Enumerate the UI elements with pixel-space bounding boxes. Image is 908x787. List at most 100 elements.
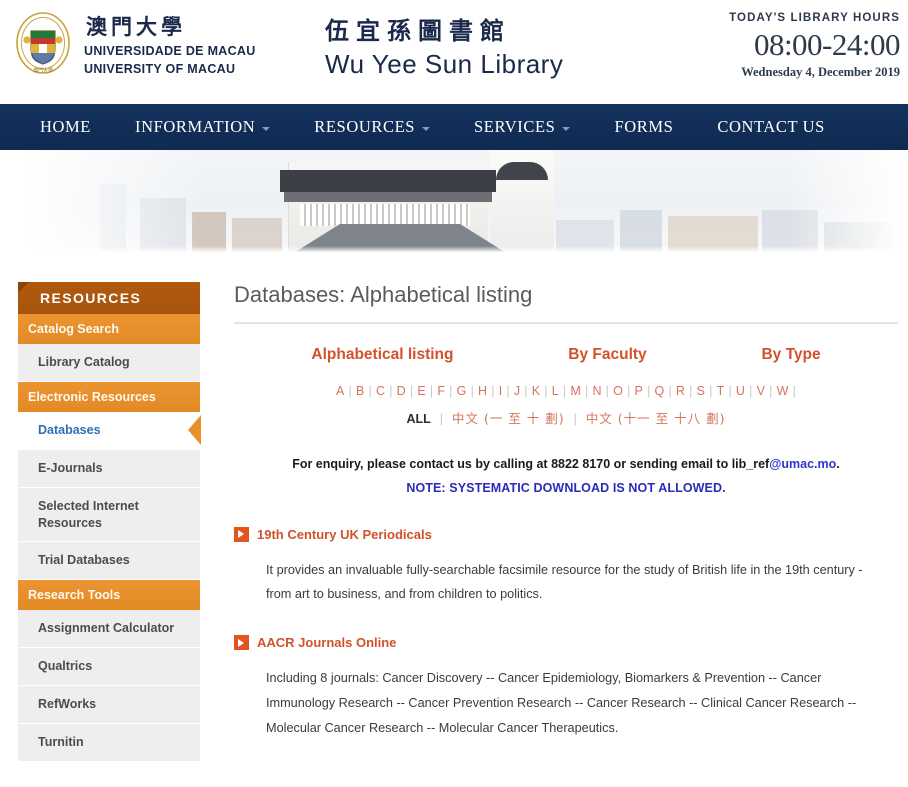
enquiry-line: For enquiry, please contact us by callin… (234, 453, 898, 477)
library-hours-block: TODAY'S LIBRARY HOURS 08:00-24:00 Wednes… (620, 12, 900, 80)
tab-by-type[interactable]: By Type (761, 346, 820, 364)
alpha-link-m[interactable]: M (568, 384, 583, 398)
alpha-link-l[interactable]: L (550, 384, 561, 398)
alpha-link-e[interactable]: E (415, 384, 428, 398)
alpha-separator: | (544, 384, 548, 398)
alpha-link-q[interactable]: Q (653, 384, 667, 398)
alpha-link-all[interactable]: ALL (407, 412, 431, 426)
nav-item-label: SERVICES (474, 117, 556, 136)
alpha-link-s[interactable]: S (695, 384, 708, 398)
sidebar-item-library-catalog[interactable]: Library Catalog (18, 344, 200, 382)
nav-item-resources[interactable]: RESOURCES (292, 117, 452, 137)
sidebar-item-trial-databases[interactable]: Trial Databases (18, 542, 200, 581)
banner-library-cornice (284, 192, 492, 202)
sidebar-group-research-tools[interactable]: Research Tools (18, 580, 200, 611)
tab-by-faculty[interactable]: By Faculty (568, 346, 646, 364)
sidebar-navigation: RESOURCES Catalog Search Library Catalog E… (18, 282, 200, 762)
alpha-link-g[interactable]: G (455, 384, 469, 398)
database-entry: 19th Century UK Periodicals It provides a… (234, 526, 898, 628)
svg-text:澳門大學: 澳門大學 (33, 67, 53, 74)
sidebar-item-e-journals[interactable]: E-Journals (18, 449, 200, 488)
alpha-separator: | (524, 384, 528, 398)
brand-name-portuguese: UNIVERSIDADE DE MACAU (84, 44, 256, 59)
sidebar-item-refworks[interactable]: RefWorks (18, 686, 200, 724)
chevron-down-icon (262, 126, 271, 131)
database-title-link[interactable]: AACR Journals Online (257, 635, 396, 650)
alpha-separator: | (605, 384, 610, 398)
sidebar-item-turnitin[interactable]: Turnitin (18, 723, 200, 762)
database-description: Including 8 journals: Cancer Discovery -… (266, 671, 857, 735)
sidebar-group-label: Electronic Resources (28, 389, 156, 404)
sidebar-group-catalog-search[interactable]: Catalog Search (18, 314, 200, 344)
alpha-separator: | (570, 412, 581, 426)
sidebar-item-label: Turnitin (38, 734, 84, 749)
banner-fade-right (788, 150, 908, 254)
nav-item-home[interactable]: HOME (18, 117, 113, 137)
chevron-right-bullet-icon (234, 635, 249, 651)
library-hours-time: 08:00-24:00 (753, 27, 901, 62)
alpha-link-h[interactable]: H (476, 384, 489, 398)
brand-text: 澳門大學 UNIVERSIDADE DE MACAU UNIVERSITY OF… (84, 10, 256, 78)
nav-item-services[interactable]: SERVICES (452, 117, 592, 137)
nav-item-label: FORMS (614, 117, 674, 136)
alpha-link-c[interactable]: C (374, 384, 387, 398)
hero-banner-image (0, 150, 908, 254)
library-name-block[interactable]: 伍宜孫圖書館 Wu Yee Sun Library (325, 17, 563, 81)
nav-item-label: RESOURCES (314, 117, 416, 136)
alpha-link-v[interactable]: V (755, 384, 768, 398)
nav-item-label: HOME (40, 117, 91, 136)
alpha-link-w[interactable]: W (775, 384, 791, 398)
alphabet-extra-row: ALL | 中文 (一 至 十 劃) | 中文 (十一 至 十八 劃) (234, 398, 898, 427)
alpha-link-chinese-11-18[interactable]: 中文 (十一 至 十八 劃) (586, 411, 726, 426)
alphabet-index-row: A | B | C | D | E | F | G | H | I | J | K | L | M | N | O | P | Q | R | S | T |… (234, 378, 898, 398)
alpha-separator: | (728, 384, 732, 398)
nav-item-contact-us[interactable]: CONTACT US (695, 117, 847, 137)
banner-library-colonnade (300, 204, 470, 226)
sidebar-item-label: E-Journals (38, 460, 103, 475)
nav-item-label: CONTACT US (717, 117, 825, 136)
chevron-right-bullet-icon (234, 526, 249, 542)
brand-block[interactable]: 澳門大學 澳門大學 UNIVERSIDADE DE MACAU UNIVERSI… (0, 0, 256, 82)
alpha-link-r[interactable]: R (674, 384, 687, 398)
title-divider (234, 322, 898, 324)
alpha-link-u[interactable]: U (734, 384, 747, 398)
database-entry-header: 19th Century UK Periodicals (234, 526, 898, 542)
alpha-link-b[interactable]: B (354, 384, 367, 398)
nav-item-forms[interactable]: FORMS (592, 117, 695, 137)
alpha-link-t[interactable]: T (715, 384, 727, 398)
sidebar-item-label: RefWorks (38, 697, 97, 711)
alpha-separator: | (389, 384, 393, 398)
nav-item-information[interactable]: INFORMATION (113, 117, 292, 137)
alpha-separator: | (436, 412, 447, 426)
enquiry-period: . (836, 457, 840, 471)
sidebar-heading: RESOURCES (18, 282, 200, 314)
alpha-separator: | (368, 384, 372, 398)
page-root: 澳門大學 澳門大學 UNIVERSIDADE DE MACAU UNIVERSI… (0, 0, 908, 787)
alpha-link-o[interactable]: O (611, 384, 625, 398)
sidebar-item-label: Qualtrics (38, 659, 93, 674)
banner-library-dome (496, 162, 548, 180)
database-description: It provides an invaluable fully-searchab… (266, 562, 863, 602)
alpha-link-n[interactable]: N (590, 384, 603, 398)
alpha-separator: | (627, 384, 631, 398)
alpha-link-d[interactable]: D (395, 384, 408, 398)
alpha-link-chinese-1-10[interactable]: 中文 (一 至 十 劃) (452, 411, 565, 426)
sidebar-group-electronic-resources[interactable]: Electronic Resources (18, 381, 200, 412)
sidebar-item-selected-internet-resources[interactable]: Selected Internet Resources (18, 487, 200, 543)
nav-item-label: INFORMATION (134, 117, 256, 136)
sidebar-item-assignment-calculator[interactable]: Assignment Calculator (18, 610, 200, 649)
alpha-link-k[interactable]: K (530, 384, 543, 398)
alpha-link-j[interactable]: J (512, 384, 522, 398)
sidebar-item-qualtrics[interactable]: Qualtrics (18, 648, 200, 686)
tab-alphabetical-listing[interactable]: Alphabetical listing (311, 346, 453, 364)
alpha-link-p[interactable]: P (633, 384, 646, 398)
database-title-link[interactable]: 19th Century UK Periodicals (257, 527, 432, 542)
enquiry-notice: For enquiry, please contact us by callin… (234, 427, 898, 501)
alpha-link-f[interactable]: F (435, 384, 447, 398)
banner-library-roof (280, 170, 496, 192)
database-entry: AACR Journals Online Including 8 journals… (234, 635, 898, 760)
alpha-link-a[interactable]: A (334, 384, 347, 398)
email-link[interactable]: @umac.mo (769, 457, 836, 471)
sidebar-item-databases[interactable]: Databases (18, 411, 200, 450)
sidebar-item-label: Assignment Calculator (38, 621, 175, 636)
